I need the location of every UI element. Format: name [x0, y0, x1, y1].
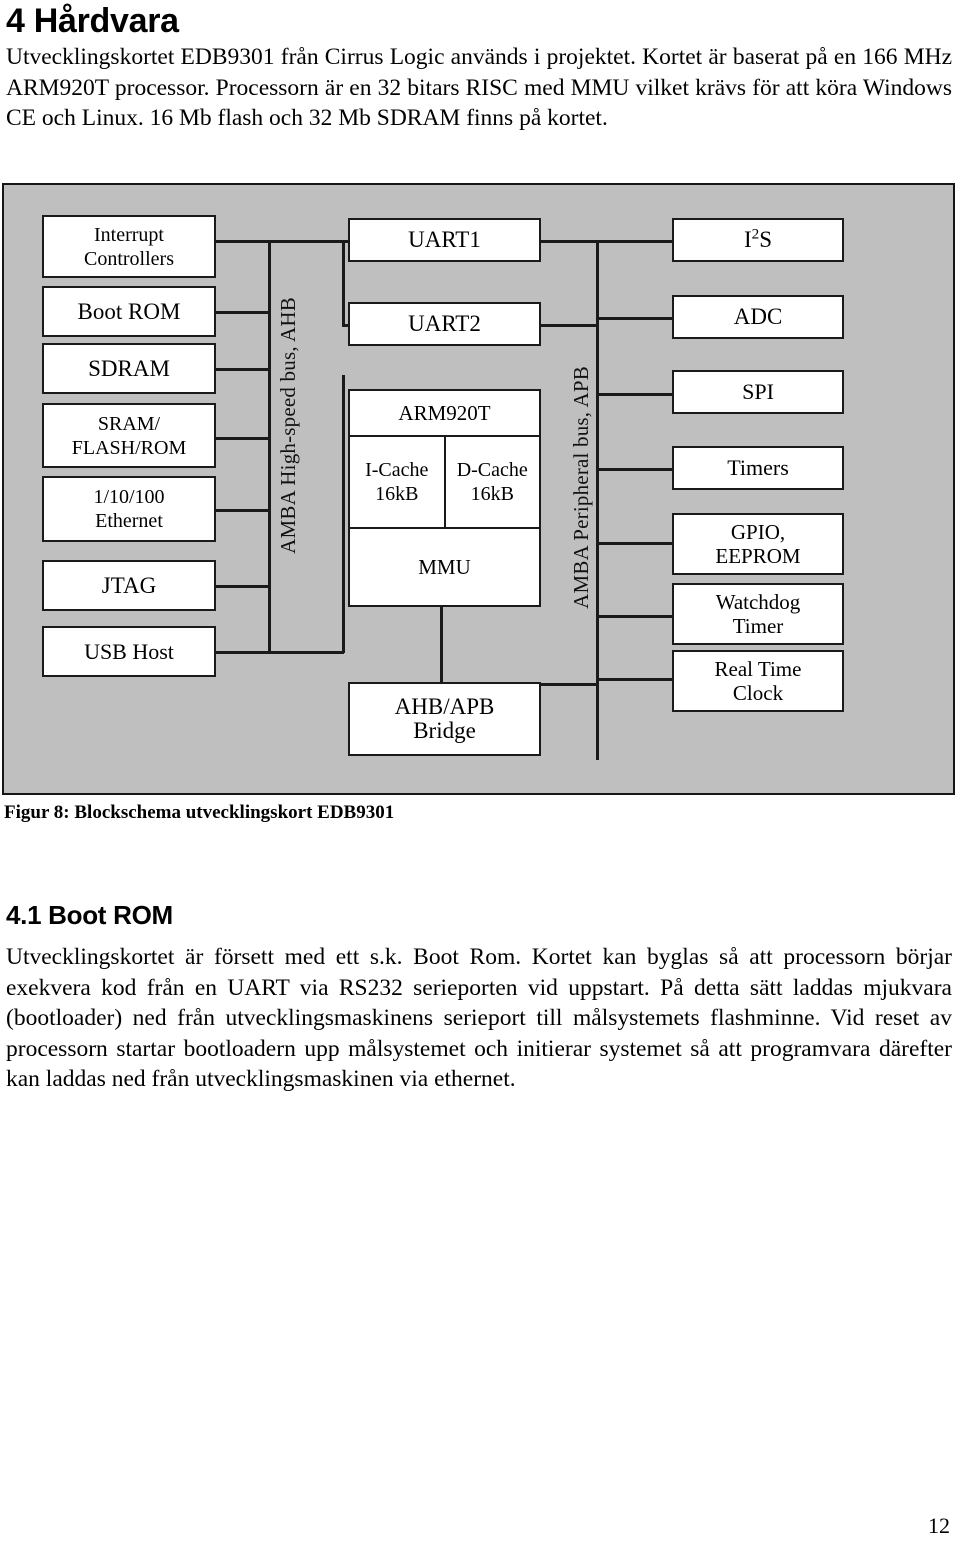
- block-timers: Timers: [672, 446, 844, 490]
- block-label: Watchdog Timer: [715, 590, 801, 638]
- wire-apb-to-adc: [596, 317, 672, 320]
- wire-sdram-to-ahb: [213, 368, 270, 371]
- wire-ethernet-to-ahb: [213, 509, 270, 512]
- block-label: SRAM/FLASH/ROM: [71, 412, 187, 459]
- block-label: JTAG: [101, 572, 157, 598]
- block-label: ADC: [733, 304, 783, 329]
- block-i2s: I2S: [672, 218, 844, 262]
- block-mmu: MMU: [418, 554, 471, 579]
- wire-ahb-core-riser: [342, 375, 345, 653]
- block-usb-host: USB Host: [42, 626, 216, 677]
- wire-uart2-to-apb: [539, 324, 598, 327]
- block-sram-flash-rom: SRAM/FLASH/ROM: [42, 403, 216, 468]
- block-label: SPI: [742, 379, 774, 404]
- block-real-time-clock: Real Time Clock: [672, 650, 844, 712]
- core-title: ARM920T: [350, 391, 539, 437]
- block-label: USB Host: [84, 638, 174, 664]
- block-gpio-eeprom: GPIO, EEPROM: [672, 513, 844, 575]
- figure-caption: Figur 8: Blockschema utvecklingskort EDB…: [4, 802, 395, 823]
- block-diagram-canvas: AMBA High-speed bus, AHB AMBA Peripheral…: [4, 185, 953, 793]
- page-title-hardvara: 4 Hårdvara: [6, 2, 179, 40]
- block-label: Boot ROM: [77, 298, 181, 324]
- block-label: Interrupt Controllers: [84, 223, 174, 270]
- block-label: GPIO, EEPROM: [715, 520, 801, 568]
- hardvara-paragraph: Utvecklingskortet EDB9301 från Cirrus Lo…: [6, 44, 952, 131]
- wire-apb-to-gpio: [596, 542, 672, 545]
- wire-apb-to-spi: [596, 393, 672, 396]
- wire-apb-to-timers: [596, 468, 672, 471]
- block-i-cache: I-Cache 16kB: [350, 437, 446, 527]
- block-uart1: UART1: [348, 218, 541, 262]
- block-jtag: JTAG: [42, 560, 216, 611]
- block-boot-rom: Boot ROM: [42, 286, 216, 337]
- ahb-bus-line: [268, 240, 271, 653]
- ahb-center-stub: [342, 240, 345, 324]
- block-ahb-apb-bridge: AHB/APB Bridge: [348, 682, 541, 756]
- block-sdram: SDRAM: [42, 343, 216, 394]
- document-page: 4 Hårdvara Utvecklingskortet EDB9301 frå…: [0, 0, 960, 1554]
- wire-apb-to-rtc: [596, 678, 672, 681]
- block-label: UART1: [408, 227, 481, 252]
- block-label: SDRAM: [88, 355, 170, 381]
- boot-rom-paragraph: Utvecklingskortet är försett med ett s.k…: [6, 944, 952, 1092]
- block-label: Real Time Clock: [714, 657, 802, 705]
- cache-row: I-Cache 16kB D-Cache 16kB: [350, 437, 539, 529]
- wire-apb-to-i2s: [596, 240, 672, 243]
- wire-apb-to-watchdog: [596, 615, 672, 618]
- block-label: 1/10/100 Ethernet: [93, 486, 165, 532]
- block-arm920t-core: ARM920T I-Cache 16kB D-Cache 16kB MMU: [348, 389, 541, 607]
- wire-ahb-to-uart1-row: [268, 240, 344, 243]
- wire-sramflash-to-ahb: [213, 437, 270, 440]
- apb-bus-label: AMBA Peripheral bus, APB: [569, 366, 593, 609]
- wire-bootrom-to-ahb: [213, 311, 270, 314]
- wire-bridge-to-apb: [539, 683, 598, 686]
- wire-interrupt-to-ahb: [213, 240, 270, 243]
- wire-usbhost-to-ahb: [213, 651, 270, 654]
- block-label: UART2: [408, 311, 481, 336]
- wire-ahb-bottom-run: [268, 651, 344, 654]
- page-number: 12: [928, 1513, 950, 1538]
- wire-uart1-to-apb: [539, 240, 598, 243]
- block-uart2: UART2: [348, 302, 541, 346]
- wire-jtag-to-ahb: [213, 585, 270, 588]
- page-title-boot-rom: 4.1 Boot ROM: [6, 900, 173, 930]
- block-adc: ADC: [672, 295, 844, 339]
- block-diagram-figure: AMBA High-speed bus, AHB AMBA Peripheral…: [2, 183, 955, 795]
- block-label: Timers: [727, 455, 789, 480]
- block-watchdog-timer: Watchdog Timer: [672, 583, 844, 645]
- block-ethernet: 1/10/100 Ethernet: [42, 476, 216, 542]
- block-d-cache: D-Cache 16kB: [456, 459, 528, 505]
- block-label: AHB/APB Bridge: [394, 694, 495, 743]
- block-spi: SPI: [672, 370, 844, 414]
- block-interrupt-controllers: Interrupt Controllers: [42, 215, 216, 278]
- ahb-bus-label: AMBA High-speed bus, AHB: [276, 297, 300, 554]
- block-label: I2S: [743, 225, 773, 252]
